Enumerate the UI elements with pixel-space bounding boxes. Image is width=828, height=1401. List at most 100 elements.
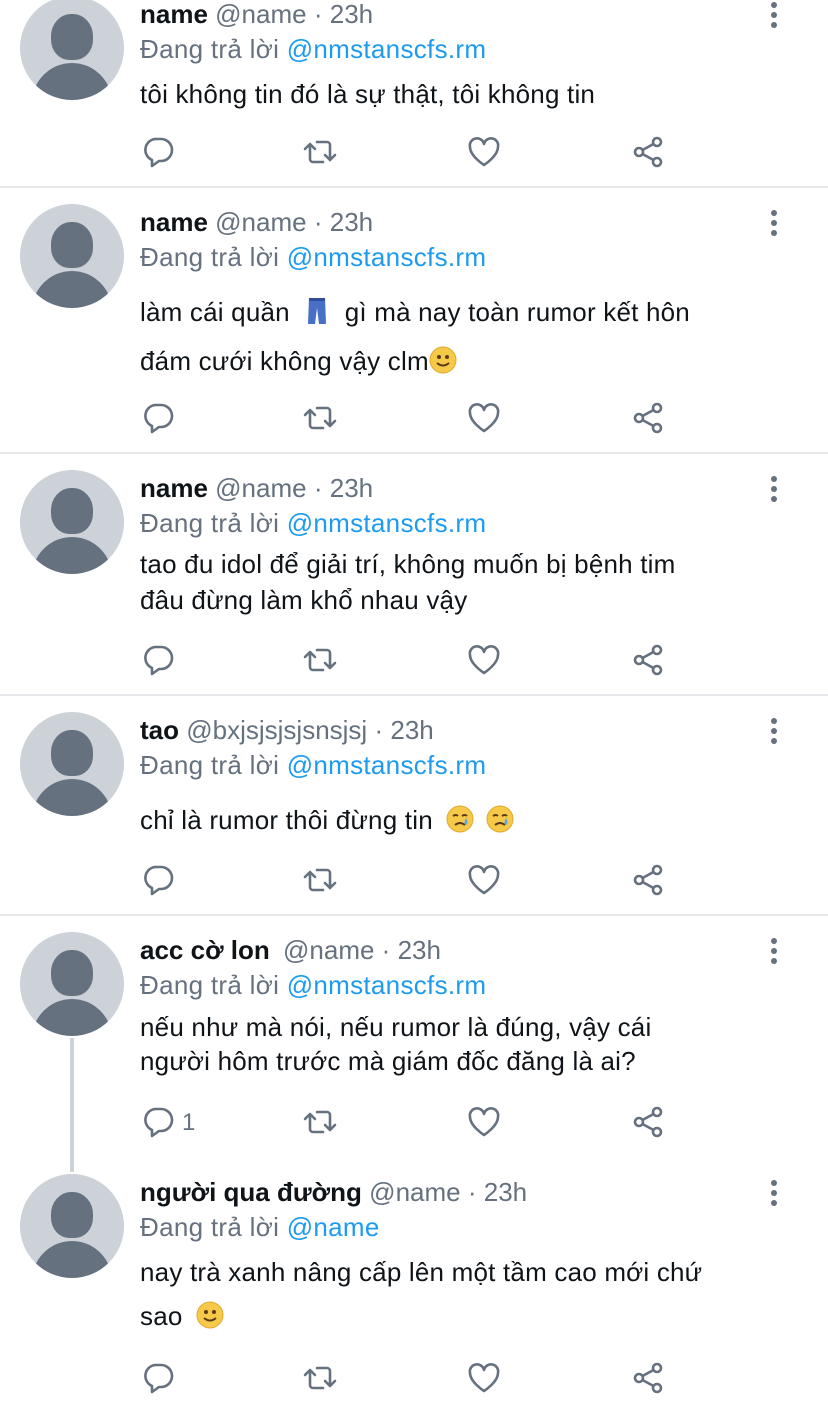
timestamp[interactable]: 23h xyxy=(330,473,373,503)
retweet-icon[interactable] xyxy=(302,862,342,902)
author-name[interactable]: name xyxy=(140,473,208,503)
heart-icon[interactable] xyxy=(466,1360,506,1400)
author-name[interactable]: acc cờ lon xyxy=(140,935,270,965)
tweet-line: tao đu idol để giải trí, không muốn bị b… xyxy=(140,549,676,579)
tweet-line: đám cưới không vậy clm xyxy=(140,346,429,376)
more-vertical-icon[interactable] xyxy=(762,1178,786,1208)
reply-prefix: Đang trả lời xyxy=(140,242,280,272)
reply-icon[interactable] xyxy=(140,1104,180,1144)
author-name[interactable]: name xyxy=(140,0,208,29)
reply-icon[interactable] xyxy=(140,862,180,902)
share-icon[interactable] xyxy=(630,134,670,174)
timestamp[interactable]: 23h xyxy=(390,715,433,745)
tweet-text: làm cái quần gì mà nay toàn rumor kết hô… xyxy=(140,290,780,388)
reply-prefix: Đang trả lời xyxy=(140,34,280,64)
action-bar: 1 xyxy=(0,1104,828,1144)
reply-prefix: Đang trả lời xyxy=(140,1212,280,1242)
author-name[interactable]: name xyxy=(140,207,208,237)
share-icon[interactable] xyxy=(630,862,670,902)
separator-dot: · xyxy=(313,207,323,237)
author-handle[interactable]: @name xyxy=(215,0,306,29)
reply-icon[interactable] xyxy=(140,642,180,682)
tweet-line: nay trà xanh nâng cấp lên một tầm cao mớ… xyxy=(140,1257,703,1287)
tweet-line: nếu như mà nói, nếu rumor là đúng, vậy c… xyxy=(140,1012,652,1042)
retweet-icon[interactable] xyxy=(302,1360,342,1400)
tweet-line: làm cái quần xyxy=(140,297,290,327)
tweet-text: tao đu idol để giải trí, không muốn bị b… xyxy=(140,546,780,618)
avatar[interactable] xyxy=(20,204,124,308)
more-vertical-icon[interactable] xyxy=(762,936,786,966)
timestamp[interactable]: 23h xyxy=(398,935,441,965)
tweet-line: gì mà nay toàn rumor kết hôn xyxy=(344,297,690,327)
reply-count: 1 xyxy=(182,1109,196,1136)
reply-to-link[interactable]: @nmstanscfs.rm xyxy=(287,34,487,64)
reply-to-link[interactable]: @nmstanscfs.rm xyxy=(287,242,487,272)
tweet-line: người hôm trước mà giám đốc đăng là ai? xyxy=(140,1046,636,1076)
tweet-text: chỉ là rumor thôi đừng tin xyxy=(140,798,780,847)
heart-icon[interactable] xyxy=(466,1104,506,1144)
heart-icon[interactable] xyxy=(466,400,506,440)
separator-dot: · xyxy=(467,1177,477,1207)
tweet-line: chỉ là rumor thôi đừng tin xyxy=(140,805,433,835)
separator-dot: · xyxy=(313,473,323,503)
retweet-icon[interactable] xyxy=(302,134,342,174)
timestamp[interactable]: 23h xyxy=(484,1177,527,1207)
share-icon[interactable] xyxy=(630,1104,670,1144)
tweet-line: đâu đừng làm khổ nhau vậy xyxy=(140,585,468,615)
share-icon[interactable] xyxy=(630,400,670,440)
heart-icon[interactable] xyxy=(466,862,506,902)
share-icon[interactable] xyxy=(630,642,670,682)
reply-prefix: Đang trả lời xyxy=(140,508,280,538)
reply-prefix: Đang trả lời xyxy=(140,970,280,1000)
separator-dot: · xyxy=(374,715,384,745)
more-vertical-icon[interactable] xyxy=(762,716,786,746)
slightly-smiling-face-icon xyxy=(429,343,457,388)
slightly-smiling-face-icon xyxy=(196,1298,224,1342)
tweet-line: sao xyxy=(140,1301,183,1331)
timestamp[interactable]: 23h xyxy=(330,0,373,29)
reply-icon[interactable] xyxy=(140,134,180,174)
action-bar xyxy=(0,1360,828,1400)
tweet-text: tôi không tin đó là sự thật, tôi không t… xyxy=(140,72,780,117)
tweet-text: nay trà xanh nâng cấp lên một tầm cao mớ… xyxy=(140,1250,780,1342)
reply-icon[interactable] xyxy=(140,1360,180,1400)
tweet-text: nếu như mà nói, nếu rumor là đúng, vậy c… xyxy=(140,1010,780,1078)
author-name[interactable]: tao xyxy=(140,715,179,745)
author-handle[interactable]: @name xyxy=(369,1177,460,1207)
action-bar xyxy=(0,642,828,682)
reply-prefix: Đang trả lời xyxy=(140,750,280,780)
reply-to-link[interactable]: @name xyxy=(287,1212,380,1242)
separator-dot: · xyxy=(381,935,391,965)
share-icon[interactable] xyxy=(630,1360,670,1400)
avatar[interactable] xyxy=(20,1174,124,1278)
separator-dot: · xyxy=(313,0,323,29)
reply-icon[interactable] xyxy=(140,400,180,440)
reply-to-link[interactable]: @nmstanscfs.rm xyxy=(287,508,487,538)
action-bar xyxy=(0,400,828,440)
reply-to-link[interactable]: @nmstanscfs.rm xyxy=(287,750,487,780)
heart-icon[interactable] xyxy=(466,134,506,174)
author-handle[interactable]: @name xyxy=(215,473,306,503)
heart-icon[interactable] xyxy=(466,642,506,682)
avatar[interactable] xyxy=(20,470,124,574)
crying-face-icon xyxy=(446,802,474,847)
action-bar xyxy=(0,862,828,902)
retweet-icon[interactable] xyxy=(302,1104,342,1144)
avatar[interactable] xyxy=(20,932,124,1036)
avatar[interactable] xyxy=(20,712,124,816)
jeans-icon xyxy=(305,294,329,339)
author-name[interactable]: người qua đường xyxy=(140,1177,362,1207)
author-handle[interactable]: @name xyxy=(215,207,306,237)
timestamp[interactable]: 23h xyxy=(330,207,373,237)
more-vertical-icon[interactable] xyxy=(762,474,786,504)
more-vertical-icon[interactable] xyxy=(762,208,786,238)
retweet-icon[interactable] xyxy=(302,642,342,682)
author-handle[interactable]: @bxjsjsjsjsnsjsj xyxy=(186,715,367,745)
retweet-icon[interactable] xyxy=(302,400,342,440)
author-handle[interactable]: @name xyxy=(283,935,374,965)
action-bar xyxy=(0,134,828,174)
crying-face-icon xyxy=(486,802,514,847)
more-vertical-icon[interactable] xyxy=(762,0,786,30)
avatar[interactable] xyxy=(20,0,124,100)
reply-to-link[interactable]: @nmstanscfs.rm xyxy=(287,970,487,1000)
